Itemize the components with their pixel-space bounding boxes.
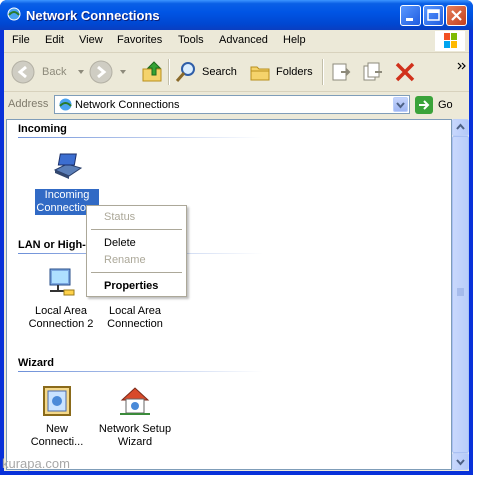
- item-label-line2: Connection 2: [28, 318, 94, 330]
- network-adapter-icon: [49, 268, 75, 296]
- menu-separator: [91, 229, 182, 230]
- item-label-line2: Connecti...: [30, 436, 84, 448]
- item-label-line2: Connection: [107, 318, 163, 330]
- forward-dropdown-icon: [120, 70, 126, 74]
- up-folder-button[interactable]: [140, 57, 166, 87]
- new-connection-wizard-label: New Connecti...: [30, 423, 85, 449]
- network-connections-icon: [7, 7, 21, 21]
- address-input[interactable]: Network Connections: [54, 95, 410, 114]
- menu-bar: File Edit View Favorites Tools Advanced …: [4, 30, 469, 53]
- copy-to-button[interactable]: [361, 57, 385, 87]
- move-to-button[interactable]: [329, 57, 353, 87]
- home-network-icon: [120, 387, 150, 415]
- back-button[interactable]: Back: [10, 57, 86, 87]
- toolbar-separator: [322, 59, 324, 85]
- context-rename[interactable]: Rename: [104, 254, 146, 266]
- local-area-connection-label: Local Area Connection: [106, 305, 164, 331]
- address-value: Network Connections: [75, 99, 180, 111]
- maximize-icon: [427, 9, 440, 21]
- up-folder-icon: [142, 61, 162, 82]
- item-label-line1: Network Setup: [98, 423, 172, 435]
- menu-view[interactable]: View: [79, 34, 103, 46]
- search-button[interactable]: Search: [174, 57, 237, 87]
- folders-button[interactable]: Folders: [248, 57, 313, 87]
- close-button[interactable]: [446, 5, 467, 26]
- folders-icon: [250, 66, 270, 81]
- watermark: kurapa.com: [2, 456, 70, 471]
- item-label-line1: Incoming: [44, 189, 90, 201]
- menu-file[interactable]: File: [12, 34, 30, 46]
- menu-edit[interactable]: Edit: [45, 34, 64, 46]
- network-connections-icon: [59, 98, 72, 111]
- back-arrow-icon: [11, 60, 35, 84]
- go-arrow-icon: [415, 96, 433, 114]
- new-connection-wizard-icon: [43, 386, 71, 416]
- folders-label: Folders: [276, 66, 313, 78]
- new-connection-wizard-item[interactable]: New Connecti...: [15, 384, 99, 449]
- menu-advanced[interactable]: Advanced: [219, 34, 268, 46]
- menu-tools[interactable]: Tools: [178, 34, 204, 46]
- window-client: File Edit View Favorites Tools Advanced …: [4, 30, 469, 471]
- item-label-line1: Local Area: [35, 305, 87, 317]
- item-label-line1: Local Area: [109, 305, 161, 317]
- explorer-window: Network Connections File Edit View Favor…: [0, 0, 473, 475]
- scroll-down-button[interactable]: [452, 453, 469, 470]
- forward-arrow-icon: [89, 60, 113, 84]
- minimize-icon: [406, 18, 413, 21]
- standard-toolbar: Back Search Folders: [4, 53, 469, 92]
- menu-separator: [91, 272, 182, 273]
- search-icon: [175, 62, 195, 82]
- scroll-thumb[interactable]: [452, 136, 469, 453]
- item-label-line1: New: [45, 423, 68, 435]
- connections-view[interactable]: Incoming Incoming Connections LAN or High…: [6, 119, 452, 470]
- go-button[interactable]: Go: [415, 96, 465, 114]
- move-to-icon: [332, 63, 351, 81]
- forward-button[interactable]: [88, 57, 128, 87]
- vertical-scrollbar[interactable]: [452, 119, 469, 470]
- go-label: Go: [438, 99, 453, 111]
- delete-x-icon: [395, 62, 415, 82]
- group-divider: [18, 371, 263, 372]
- incoming-connections-icon: [53, 153, 83, 179]
- group-header-incoming: Incoming: [18, 123, 67, 135]
- minimize-button[interactable]: [400, 5, 421, 26]
- chevron-down-icon: [456, 459, 465, 466]
- windows-logo-icon: [435, 31, 465, 51]
- scroll-up-button[interactable]: [452, 119, 469, 136]
- chevron-up-icon: [456, 123, 465, 130]
- group-header-wizard: Wizard: [18, 357, 54, 369]
- context-delete[interactable]: Delete: [104, 237, 136, 249]
- context-properties[interactable]: Properties: [104, 280, 158, 292]
- menu-help[interactable]: Help: [283, 34, 306, 46]
- address-bar: Address Network Connections Go: [4, 92, 469, 118]
- chevron-down-icon: [396, 102, 405, 109]
- close-icon: [451, 10, 462, 21]
- menu-favorites[interactable]: Favorites: [117, 34, 162, 46]
- window-title: Network Connections: [26, 8, 160, 23]
- grip-icon: [457, 288, 464, 296]
- group-divider: [18, 137, 263, 138]
- context-menu: Status Delete Rename Properties: [86, 205, 187, 297]
- group-header-lan: LAN or High-: [18, 239, 86, 251]
- local-area-connection-2-label: Local Area Connection 2: [28, 305, 95, 331]
- network-setup-wizard-item[interactable]: Network Setup Wizard: [93, 384, 177, 449]
- item-label-line2: Wizard: [117, 436, 153, 448]
- title-bar[interactable]: Network Connections: [0, 0, 473, 30]
- toolbar-overflow-icon[interactable]: [457, 61, 467, 71]
- context-status[interactable]: Status: [104, 211, 135, 223]
- back-dropdown-icon: [78, 70, 85, 74]
- copy-to-icon: [363, 62, 382, 81]
- toolbar-separator: [168, 59, 170, 85]
- delete-button[interactable]: [393, 57, 417, 87]
- network-setup-wizard-label: Network Setup Wizard: [98, 423, 172, 449]
- address-dropdown-button[interactable]: [393, 97, 408, 112]
- search-label: Search: [202, 66, 237, 78]
- back-label: Back: [42, 66, 67, 78]
- maximize-button[interactable]: [423, 5, 444, 26]
- address-label: Address: [8, 98, 49, 110]
